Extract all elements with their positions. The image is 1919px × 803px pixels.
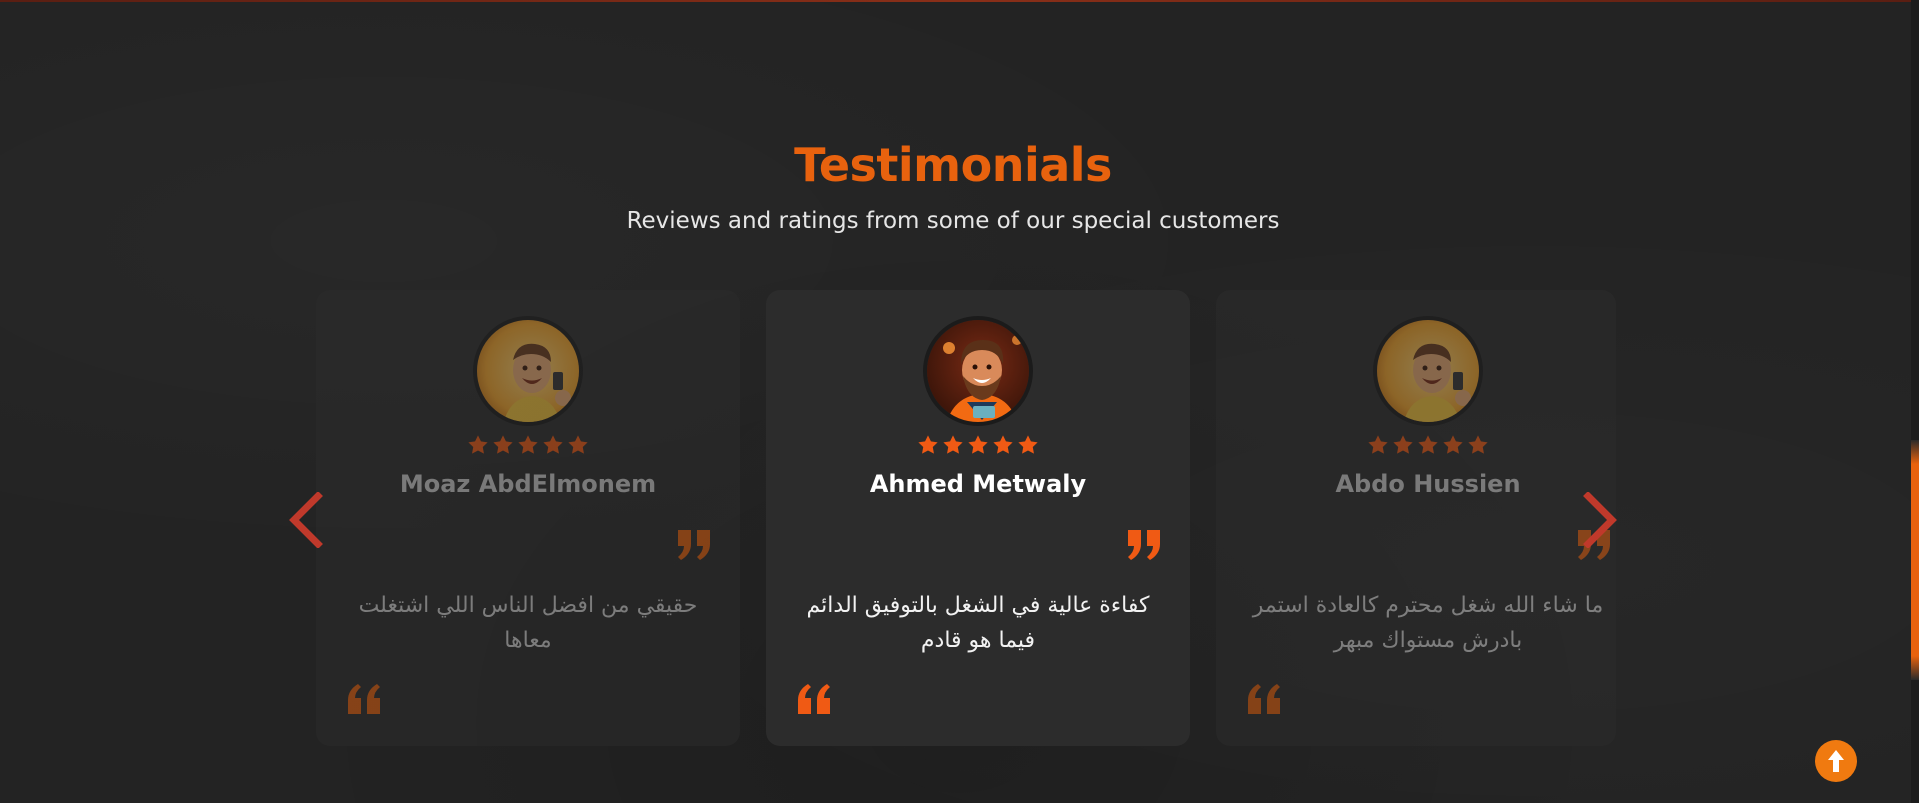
star-icon [1393,435,1413,454]
rating-stars [1216,434,1640,456]
arrow-up-icon [1828,750,1844,772]
scrollbar-track[interactable] [1911,0,1919,803]
star-icon [518,435,538,454]
star-icon [1468,435,1488,454]
star-icon [468,435,488,454]
star-icon [1443,435,1463,454]
review-text: كفاءة عالية في الشغل بالتوفيق الدائم فيم… [806,593,1150,653]
review-text: ما شاء الله شغل محترم كالعادة استمر بادر… [1252,593,1604,653]
section-title: Testimonials [794,138,1112,192]
reviewer-name: Abdo Hussien [1335,470,1521,498]
quote-open-icon [348,684,380,714]
star-icon [543,435,563,454]
quote-open-icon [798,684,830,714]
star-icon [568,435,588,454]
rating-stars [766,434,1190,456]
testimonial-card: Moaz AbdElmonem حقيقي من افضل الناس اللي… [316,290,740,746]
chevron-right-icon[interactable] [1580,492,1620,548]
avatar [1373,316,1483,426]
reviewer-name: Ahmed Metwaly [869,470,1087,498]
avatar [923,316,1033,426]
star-icon [1368,435,1388,454]
star-icon [493,435,513,454]
star-icon [918,435,938,454]
star-icon [1418,435,1438,454]
back-to-top-button[interactable] [1815,740,1857,782]
scrollbar-thumb[interactable] [1911,440,1919,680]
review-text: حقيقي من افضل الناس اللي اشتغلت معاها [358,593,698,653]
chevron-left-icon[interactable] [286,492,326,548]
quote-open-icon [1248,684,1280,714]
rating-stars [316,434,740,456]
reviewer-name: Moaz AbdElmonem [399,470,657,498]
section-subtitle: Reviews and ratings from some of our spe… [626,208,1280,234]
top-border [0,0,1919,2]
star-icon [1018,435,1038,454]
testimonial-card: Abdo Hussien ما شاء الله شغل محترم كالعا… [1216,290,1616,746]
star-icon [993,435,1013,454]
avatar [473,316,583,426]
star-icon [968,435,988,454]
quote-close-icon [1128,530,1160,560]
quote-close-icon [678,530,710,560]
star-icon [943,435,963,454]
testimonial-card-active: Ahmed Metwaly كفاءة عالية في الشغل بالتو… [766,290,1190,746]
